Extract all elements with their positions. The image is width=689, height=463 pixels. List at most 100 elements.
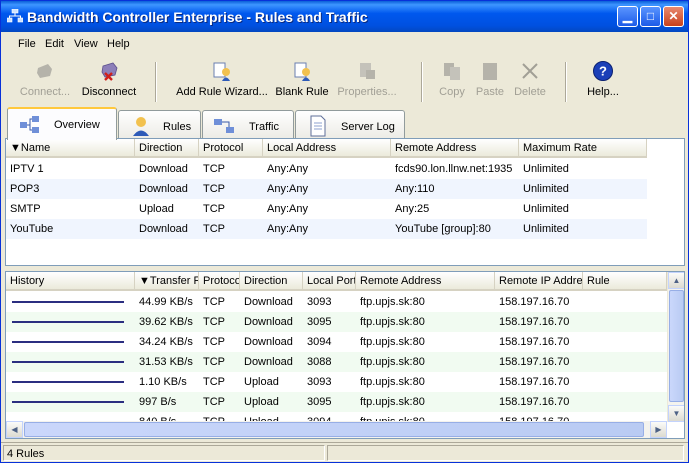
- maximize-icon: □: [646, 9, 655, 23]
- rule-cell: Download: [139, 163, 188, 175]
- help-label: Help...: [587, 86, 619, 98]
- traffic-cell: Download: [244, 316, 293, 328]
- rule-row[interactable]: YouTube Download TCP Any:Any YouTube [group]…: [6, 219, 647, 239]
- traffic-cell: 158.197.16.70: [499, 296, 570, 308]
- maximize-button[interactable]: □: [640, 6, 661, 27]
- rule-column-header[interactable]: Remote Address: [391, 139, 519, 158]
- traffic-cell: 158.197.16.70: [499, 336, 570, 348]
- menu-file[interactable]: File: [18, 38, 36, 50]
- status-bar: 4 Rules: [1, 442, 688, 462]
- traffic-horizontal-scrollbar[interactable]: ◀ ▶: [6, 421, 667, 438]
- tab-traffic[interactable]: Traffic: [202, 110, 294, 139]
- traffic-cell: Download: [244, 356, 293, 368]
- rule-cell: Any:Any: [267, 163, 308, 175]
- rule-column-header[interactable]: Direction: [135, 139, 199, 158]
- traffic-cell: Download: [244, 336, 293, 348]
- traffic-column-header[interactable]: Rule: [583, 272, 667, 291]
- rule-cell: TCP: [203, 203, 225, 215]
- tab-overview-label: Overview: [54, 119, 100, 131]
- blank-rule-label: Blank Rule: [275, 86, 329, 98]
- history-graph: [12, 301, 124, 303]
- window-title: Bandwidth Controller Enterprise - Rules …: [27, 9, 368, 25]
- traffic-cell: 3095: [307, 316, 332, 328]
- traffic-column-header[interactable]: Remote Address: [356, 272, 495, 291]
- rule-cell: Any:Any: [267, 183, 308, 195]
- connect-label: Connect...: [19, 86, 71, 98]
- rule-column-header[interactable]: ▼Name: [6, 139, 135, 158]
- tab-rules-label: Rules: [163, 121, 192, 133]
- traffic-row[interactable]: 44.99 KB/s TCP Download 3093 ftp.upjs.sk:80 1…: [6, 292, 667, 312]
- traffic-column-header[interactable]: Protocol: [199, 272, 240, 291]
- traffic-column-header[interactable]: Local Port: [303, 272, 356, 291]
- traffic-row[interactable]: 1.10 KB/s TCP Upload 3093 ftp.upjs.sk:80 158.…: [6, 372, 667, 392]
- rule-column-header[interactable]: Protocol: [199, 139, 263, 158]
- traffic-cell: TCP: [203, 296, 225, 308]
- rules-list[interactable]: ▼Name Direction Protocol Local Address Remot…: [5, 138, 685, 266]
- rule-row[interactable]: POP3 Download TCP Any:Any Any:110 Unlimited: [6, 179, 647, 199]
- traffic-cell: 158.197.16.70: [499, 396, 570, 408]
- rule-cell: Download: [139, 223, 188, 235]
- paste-icon: [483, 63, 497, 80]
- add-rule-wizard-button[interactable]: Add Rule Wizard...: [173, 60, 271, 98]
- close-button[interactable]: ✕: [663, 6, 684, 27]
- add-rule-wizard-label: Add Rule Wizard...: [176, 86, 268, 98]
- scroll-down-icon: ▼: [672, 409, 681, 418]
- properties-label: Properties...: [337, 86, 397, 98]
- menu-bar: File Edit View Help: [1, 32, 688, 55]
- copy-button[interactable]: Copy: [435, 60, 469, 98]
- traffic-cell: 34.24 KB/s: [139, 336, 193, 348]
- rule-cell: TCP: [203, 223, 225, 235]
- scroll-down-button[interactable]: ▼: [668, 405, 684, 422]
- rule-row[interactable]: SMTP Upload TCP Any:Any Any:25 Unlimited: [6, 199, 647, 219]
- rule-cell: Download: [139, 183, 188, 195]
- traffic-vertical-scrollbar[interactable]: ▲ ▼: [667, 272, 684, 422]
- scroll-up-button[interactable]: ▲: [668, 272, 684, 289]
- traffic-column-header[interactable]: Remote IP Address: [495, 272, 583, 291]
- traffic-list[interactable]: History ▼Transfer R Protocol Direction Local…: [5, 271, 685, 439]
- help-button[interactable]: ? Help...: [581, 60, 625, 98]
- traffic-column-header[interactable]: ▼Transfer R: [135, 272, 199, 291]
- connect-button[interactable]: Connect...: [17, 60, 73, 98]
- svg-text:?: ?: [599, 64, 607, 79]
- traffic-row[interactable]: 39.62 KB/s TCP Download 3095 ftp.upjs.sk:80 1…: [6, 312, 667, 332]
- blank-rule-icon: [294, 62, 310, 81]
- menu-help[interactable]: Help: [107, 38, 130, 50]
- blank-rule-button[interactable]: Blank Rule: [275, 60, 329, 98]
- tab-server-log[interactable]: Server Log: [295, 110, 405, 139]
- tab-overview[interactable]: Overview: [7, 107, 117, 140]
- copy-label: Copy: [439, 86, 465, 98]
- title-bar[interactable]: Bandwidth Controller Enterprise - Rules …: [1, 1, 688, 32]
- traffic-column-header[interactable]: History: [6, 272, 135, 291]
- traffic-column-header[interactable]: Direction: [240, 272, 303, 291]
- properties-button[interactable]: Properties...: [335, 60, 399, 98]
- menu-view[interactable]: View: [74, 38, 98, 50]
- rule-column-header[interactable]: Local Address: [263, 139, 391, 158]
- minimize-button[interactable]: ▁: [617, 6, 638, 27]
- network-app-icon: [7, 9, 23, 23]
- traffic-cell: TCP: [203, 376, 225, 388]
- rule-cell: IPTV 1: [10, 163, 44, 175]
- horizontal-scroll-thumb[interactable]: [24, 422, 644, 437]
- tab-strip: Overview Rules Traffic Server Log: [1, 107, 688, 140]
- disconnect-button[interactable]: Disconnect: [78, 60, 140, 98]
- menu-edit[interactable]: Edit: [45, 38, 64, 50]
- traffic-cell: 997 B/s: [139, 396, 177, 408]
- rule-row[interactable]: IPTV 1 Download TCP Any:Any fcds90.lon.llnw.…: [6, 159, 647, 179]
- traffic-cell: TCP: [203, 356, 225, 368]
- copy-icon: [444, 63, 460, 80]
- scroll-thumb[interactable]: [669, 290, 684, 402]
- traffic-row[interactable]: 31.53 KB/s TCP Download 3088 ftp.upjs.sk:80 1…: [6, 352, 667, 372]
- delete-button[interactable]: Delete: [511, 60, 549, 98]
- traffic-cell: 3093: [307, 296, 332, 308]
- traffic-cell: 31.53 KB/s: [139, 356, 193, 368]
- rule-column-header[interactable]: Maximum Rate: [519, 139, 647, 158]
- traffic-row[interactable]: 34.24 KB/s TCP Download 3094 ftp.upjs.sk:80 1…: [6, 332, 667, 352]
- minimize-icon: ▁: [622, 9, 633, 23]
- history-graph: [12, 361, 124, 363]
- paste-button[interactable]: Paste: [473, 60, 507, 98]
- scroll-left-button[interactable]: ◀: [6, 421, 23, 438]
- traffic-row[interactable]: 997 B/s TCP Upload 3095 ftp.upjs.sk:80 158.19…: [6, 392, 667, 412]
- tab-rules[interactable]: Rules: [118, 110, 201, 139]
- traffic-cell: Upload: [244, 376, 279, 388]
- scroll-right-button[interactable]: ▶: [650, 421, 667, 438]
